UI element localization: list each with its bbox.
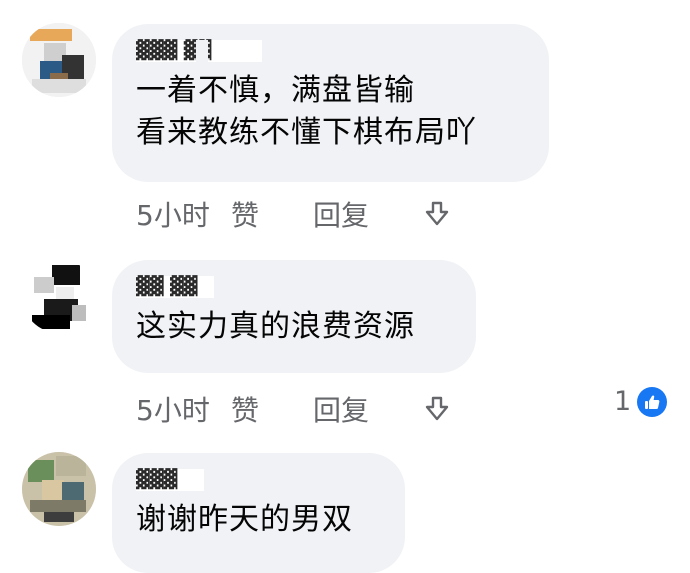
comment-text: 这实力真的浪费资源 [136,309,415,344]
comment-actions: 5小时 赞 回复 [136,389,454,429]
comment-bubble: ▓▓▓ ▓▓ 一着不慎，满盘皆输 看来教练不懂下棋布局吖 [112,24,549,182]
comment-bubble: ▓▓▓ 谢谢昨天的男双 [112,453,405,573]
like-button[interactable]: 赞 [231,194,313,234]
like-badge-icon [637,386,668,417]
reply-button[interactable]: 回复 [313,389,420,429]
like-button[interactable]: 赞 [231,389,313,429]
author-name: ▓▓ ▓▓ [136,276,198,297]
avatar[interactable] [22,452,96,526]
comment-text: 一着不慎，满盘皆输 看来教练不懂下棋布局吖 [136,73,477,150]
reaction-count: 1 [614,386,632,417]
avatar[interactable] [22,259,96,333]
comment-actions: 5小时 赞 回复 [136,194,454,234]
share-arrow-icon[interactable] [420,197,454,231]
timestamp[interactable]: 5小时 [136,389,231,429]
comment-text: 谢谢昨天的男双 [136,502,353,537]
avatar-image [22,259,96,333]
avatar[interactable] [22,23,96,97]
comment-bubble: ▓▓ ▓▓ 这实力真的浪费资源 [112,260,476,373]
reaction-summary[interactable]: 1 [614,386,668,417]
reply-button[interactable]: 回复 [313,194,420,234]
author-name-redacted[interactable]: ▓▓▓ [136,469,204,491]
author-name-redacted[interactable]: ▓▓ ▓▓ [136,276,214,298]
timestamp[interactable]: 5小时 [136,194,231,234]
author-name-redacted[interactable]: ▓▓▓ ▓▓ [136,40,262,62]
avatar-image [22,23,96,97]
avatar-image [22,452,96,526]
share-arrow-icon[interactable] [420,392,454,426]
author-name: ▓▓▓ [136,469,178,490]
